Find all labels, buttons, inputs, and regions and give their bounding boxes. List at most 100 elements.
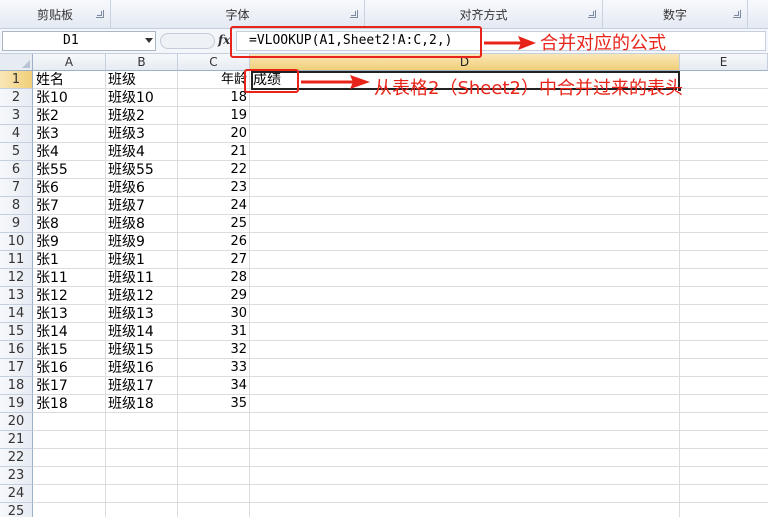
cell-b[interactable]: 班级16 — [108, 359, 176, 377]
cell-c[interactable]: 年龄 — [180, 71, 247, 89]
cell-a[interactable]: 张9 — [36, 233, 104, 251]
header-annotation: 从表格2（Sheet2）中合并过来的表头 — [374, 78, 683, 99]
row-header[interactable]: 18 — [0, 377, 33, 395]
cell-a[interactable]: 张2 — [36, 107, 104, 125]
cell-b[interactable]: 班级 — [108, 71, 176, 89]
row-header[interactable]: 3 — [0, 107, 33, 125]
cell-b[interactable]: 班级2 — [108, 107, 176, 125]
row-header[interactable]: 24 — [0, 485, 33, 503]
cell-a[interactable]: 张12 — [36, 287, 104, 305]
dialog-launcher-icon[interactable] — [733, 10, 741, 18]
chevron-down-icon[interactable] — [145, 38, 153, 43]
cell-a[interactable]: 张55 — [36, 161, 104, 179]
cell-a[interactable]: 张13 — [36, 305, 104, 323]
cell-b[interactable]: 班级4 — [108, 143, 176, 161]
ribbon-group-clipboard: 剪贴板 — [0, 0, 111, 28]
cell-c[interactable]: 34 — [180, 377, 247, 395]
cell-c[interactable]: 32 — [180, 341, 247, 359]
row-header[interactable]: 20 — [0, 413, 33, 431]
name-box[interactable]: D1 — [2, 31, 156, 51]
ribbon-group-label: 字体 — [225, 7, 250, 22]
ribbon-group-label: 对齐方式 — [459, 7, 508, 22]
cell-b[interactable]: 班级12 — [108, 287, 176, 305]
cell-a[interactable]: 张4 — [36, 143, 104, 161]
cell-a[interactable]: 姓名 — [36, 71, 104, 89]
cell-c[interactable]: 20 — [180, 125, 247, 143]
ribbon-group-font: 字体 — [111, 0, 365, 28]
row-header[interactable]: 10 — [0, 233, 33, 251]
row-header[interactable]: 25 — [0, 503, 33, 517]
dialog-launcher-icon[interactable] — [588, 10, 596, 18]
select-all-corner[interactable] — [0, 54, 33, 71]
cell-a[interactable]: 张3 — [36, 125, 104, 143]
cell-b[interactable]: 班级7 — [108, 197, 176, 215]
row-header[interactable]: 6 — [0, 161, 33, 179]
cell-c[interactable]: 29 — [180, 287, 247, 305]
cell-c[interactable]: 22 — [180, 161, 247, 179]
dialog-launcher-icon[interactable] — [96, 10, 104, 18]
cell-c[interactable]: 35 — [180, 395, 247, 413]
cell-a[interactable]: 张10 — [36, 89, 104, 107]
cell-a[interactable]: 张14 — [36, 323, 104, 341]
insert-function-icon[interactable]: fx — [218, 33, 230, 47]
cell-b[interactable]: 班级6 — [108, 179, 176, 197]
cell-c[interactable]: 30 — [180, 305, 247, 323]
cell-b[interactable]: 班级8 — [108, 215, 176, 233]
row-header[interactable]: 9 — [0, 215, 33, 233]
row-header[interactable]: 1 — [0, 71, 33, 89]
cell-b[interactable]: 班级17 — [108, 377, 176, 395]
row-header[interactable]: 15 — [0, 323, 33, 341]
column-header-a[interactable]: A — [33, 54, 106, 71]
row-header[interactable]: 19 — [0, 395, 33, 413]
row-header[interactable]: 11 — [0, 251, 33, 269]
cell-b[interactable]: 班级1 — [108, 251, 176, 269]
cell-c[interactable]: 28 — [180, 269, 247, 287]
row-header[interactable]: 13 — [0, 287, 33, 305]
cell-a[interactable]: 张6 — [36, 179, 104, 197]
row-header[interactable]: 7 — [0, 179, 33, 197]
cell-b[interactable]: 班级14 — [108, 323, 176, 341]
cell-c[interactable]: 23 — [180, 179, 247, 197]
cell-a[interactable]: 张1 — [36, 251, 104, 269]
cell-b[interactable]: 班级3 — [108, 125, 176, 143]
formula-bar-resize-handle[interactable] — [160, 33, 215, 49]
column-header-e[interactable]: E — [680, 54, 768, 71]
cell-c[interactable]: 21 — [180, 143, 247, 161]
row-header[interactable]: 8 — [0, 197, 33, 215]
ribbon-group-labels: 剪贴板 字体 对齐方式 数字 — [0, 0, 768, 29]
cell-c[interactable]: 24 — [180, 197, 247, 215]
dialog-launcher-icon[interactable] — [350, 10, 358, 18]
cell-c[interactable]: 25 — [180, 215, 247, 233]
cell-c[interactable]: 31 — [180, 323, 247, 341]
row-header[interactable]: 16 — [0, 341, 33, 359]
row-header[interactable]: 5 — [0, 143, 33, 161]
cell-b[interactable]: 班级10 — [108, 89, 176, 107]
cell-c[interactable]: 19 — [180, 107, 247, 125]
cell-b[interactable]: 班级11 — [108, 269, 176, 287]
cell-a[interactable]: 张11 — [36, 269, 104, 287]
cell-c[interactable]: 26 — [180, 233, 247, 251]
row-header[interactable]: 2 — [0, 89, 33, 107]
cell-c[interactable]: 33 — [180, 359, 247, 377]
cell-b[interactable]: 班级13 — [108, 305, 176, 323]
column-header-b[interactable]: B — [106, 54, 178, 71]
row-header[interactable]: 14 — [0, 305, 33, 323]
row-header[interactable]: 22 — [0, 449, 33, 467]
cell-c[interactable]: 18 — [180, 89, 247, 107]
cell-a[interactable]: 张15 — [36, 341, 104, 359]
cell-a[interactable]: 张18 — [36, 395, 104, 413]
cell-a[interactable]: 张7 — [36, 197, 104, 215]
cell-b[interactable]: 班级9 — [108, 233, 176, 251]
cell-a[interactable]: 张8 — [36, 215, 104, 233]
cell-c[interactable]: 27 — [180, 251, 247, 269]
row-header[interactable]: 4 — [0, 125, 33, 143]
row-header[interactable]: 21 — [0, 431, 33, 449]
row-header[interactable]: 17 — [0, 359, 33, 377]
cell-b[interactable]: 班级55 — [108, 161, 176, 179]
row-header[interactable]: 23 — [0, 467, 33, 485]
cell-a[interactable]: 张17 — [36, 377, 104, 395]
cell-b[interactable]: 班级18 — [108, 395, 176, 413]
row-header[interactable]: 12 — [0, 269, 33, 287]
cell-a[interactable]: 张16 — [36, 359, 104, 377]
cell-b[interactable]: 班级15 — [108, 341, 176, 359]
